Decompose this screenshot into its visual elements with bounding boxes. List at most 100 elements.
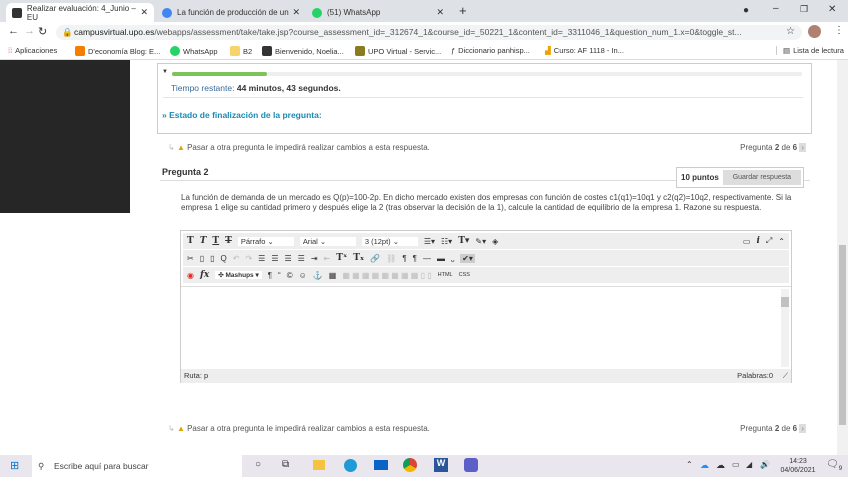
resize-handle-icon[interactable]: ⟋ [783, 369, 788, 383]
copy-icon[interactable]: ▯ [200, 254, 204, 263]
spellcheck-icon[interactable]: ✔▾ [460, 253, 475, 263]
bookmark[interactable]: ƒ Diccionario panhisp... [451, 46, 530, 55]
tab-google[interactable]: La función de producción de un ✕ [156, 3, 306, 22]
word-icon[interactable]: W [434, 458, 448, 472]
css-button[interactable]: CSS [459, 272, 470, 278]
mail-icon[interactable] [374, 460, 388, 470]
anchor-icon[interactable]: ⚓ [313, 271, 323, 280]
rtl-icon[interactable]: ¶ [413, 254, 417, 263]
tray-chevron-icon[interactable]: ⌃ [686, 460, 693, 469]
back-icon[interactable]: ← [8, 25, 19, 37]
ltr-icon[interactable]: ¶ [402, 254, 406, 263]
align-left-icon[interactable]: ☰ [258, 254, 265, 263]
bookmark[interactable]: B2 [230, 46, 252, 56]
next-question-button[interactable]: › [799, 424, 806, 433]
bookmark[interactable]: WhatsApp [170, 46, 218, 56]
wifi-icon[interactable]: ◢ [746, 460, 752, 469]
editor-scrollbar-thumb[interactable] [781, 297, 789, 307]
bullet-list-icon[interactable]: ☰▾ [424, 237, 435, 246]
close-window-button[interactable]: ✕ [828, 4, 836, 15]
reload-icon[interactable]: ↻ [38, 25, 47, 38]
reading-list[interactable]: ▤ Lista de lectura [776, 46, 844, 55]
menu-icon[interactable]: ⋮ [834, 25, 844, 36]
table-icon[interactable]: ▦ [329, 271, 337, 280]
highlight-icon[interactable]: ✎▾ [475, 237, 486, 246]
italic-icon[interactable]: T [200, 236, 207, 246]
quote-icon[interactable]: “ [278, 271, 281, 280]
info-icon[interactable]: i [756, 236, 759, 246]
bookmark[interactable]: D'economía Blog: E... [75, 46, 160, 56]
paste-icon[interactable]: ▯ [210, 254, 214, 263]
cut-icon[interactable]: ✂ [187, 254, 194, 263]
find-icon[interactable]: Q [221, 254, 227, 263]
bookmark[interactable]: Bienvenido, Noelia... [262, 46, 344, 56]
strikethrough-icon[interactable]: T [225, 236, 232, 246]
editor-text-area[interactable] [181, 286, 791, 369]
cloud-icon[interactable]: ☁ [716, 460, 725, 471]
battery-icon[interactable]: ▭ [732, 460, 740, 469]
align-right-icon[interactable]: ☰ [285, 254, 292, 263]
unlink-icon[interactable]: ⛓ [386, 254, 396, 263]
restore-button[interactable]: ❐ [800, 4, 808, 15]
taskbar-search[interactable]: ⚲ Escribe aquí para buscar [32, 455, 242, 477]
edge-icon[interactable] [344, 459, 357, 472]
clock[interactable]: 14:23 04/06/2021 [776, 457, 820, 475]
undo-icon[interactable]: ↶ [233, 254, 240, 263]
collapse-icon[interactable]: ▼ [162, 69, 168, 75]
underline-icon[interactable]: T [212, 236, 219, 246]
format-select[interactable]: Párrafo ⌄ [237, 236, 294, 246]
forward-icon[interactable]: → [24, 25, 35, 37]
notifications-icon[interactable]: 🗨9 [826, 459, 842, 472]
close-tab-icon[interactable]: ✕ [140, 7, 148, 18]
redo-icon[interactable]: ↷ [245, 254, 252, 263]
scrollbar-thumb[interactable] [839, 245, 846, 425]
teams-icon[interactable] [464, 458, 478, 472]
numbered-list-icon[interactable]: ☷▾ [441, 237, 452, 246]
record-icon[interactable]: ◉ [187, 271, 194, 280]
volume-icon[interactable]: 🔊 [760, 460, 770, 469]
subscript-icon[interactable]: Tₓ [353, 253, 364, 263]
indent-icon[interactable]: ⇥ [311, 254, 318, 263]
profile-icon[interactable]: ● [743, 5, 749, 16]
nbsp-icon[interactable]: ⎵ [451, 253, 454, 263]
collapse-toolbar-icon[interactable]: ⌃ [778, 237, 785, 246]
outdent-icon[interactable]: ⇤ [324, 254, 331, 263]
preview-icon[interactable]: ▭ [743, 237, 751, 246]
save-answer-button[interactable]: Guardar respuesta [722, 170, 801, 185]
bookmark[interactable]: UPO Virtual - Servic... [355, 46, 441, 56]
next-question-button[interactable]: › [799, 143, 806, 152]
copyright-icon[interactable]: © [287, 271, 293, 280]
bold-icon[interactable]: T [187, 236, 194, 246]
link-icon[interactable]: 🔗 [370, 254, 380, 263]
hr-icon[interactable]: — [423, 254, 431, 263]
task-view-icon[interactable]: ⧉ [282, 459, 289, 470]
chrome-icon[interactable] [403, 458, 417, 472]
close-tab-icon[interactable]: ✕ [292, 7, 300, 18]
cortana-icon[interactable]: ○ [255, 459, 261, 470]
onedrive-icon[interactable]: ☁ [700, 460, 709, 471]
star-icon[interactable]: ☆ [786, 26, 795, 37]
file-explorer-icon[interactable] [313, 460, 325, 470]
formula-icon[interactable]: fx [200, 270, 209, 280]
avatar[interactable] [808, 25, 821, 38]
windows-start-icon[interactable]: ⊞ [10, 459, 19, 472]
paragraph-icon[interactable]: ¶ [268, 271, 272, 280]
editor-scrollbar[interactable] [781, 289, 789, 367]
table-tools-icon[interactable]: ▦ ▦ ▦ ▦ ▦ ▦ ▦ ▦ ▯ ▯ [342, 271, 431, 280]
font-select[interactable]: Arial ⌄ [299, 236, 356, 246]
html-button[interactable]: HTML [438, 272, 453, 278]
fullscreen-icon[interactable]: ⤢ [766, 236, 772, 246]
close-tab-icon[interactable]: ✕ [436, 7, 444, 18]
url-input[interactable]: 🔒 campusvirtual.upo.es/webapps/assessment… [56, 25, 802, 40]
new-tab-button[interactable]: + [459, 3, 467, 18]
justify-icon[interactable]: ☰ [298, 254, 305, 263]
completion-status-toggle[interactable]: » Estado de finalización de la pregunta: [162, 110, 322, 120]
tab-evaluacion[interactable]: Realizar evaluación: 4_Junio – EU ✕ [6, 3, 154, 22]
superscript-icon[interactable]: Tˣ [336, 253, 347, 263]
mashups-button[interactable]: ✣ Mashups ▾ [215, 271, 262, 279]
bookmark[interactable]: ▟ Curso: AF 1118 - In... [545, 46, 624, 55]
bookmark-apps[interactable]: ⁞⁞ Aplicaciones [8, 46, 57, 55]
text-color-icon[interactable]: T▾ [458, 236, 469, 246]
minimize-button[interactable]: – [773, 3, 779, 14]
emoji-icon[interactable]: ☺ [299, 271, 307, 280]
